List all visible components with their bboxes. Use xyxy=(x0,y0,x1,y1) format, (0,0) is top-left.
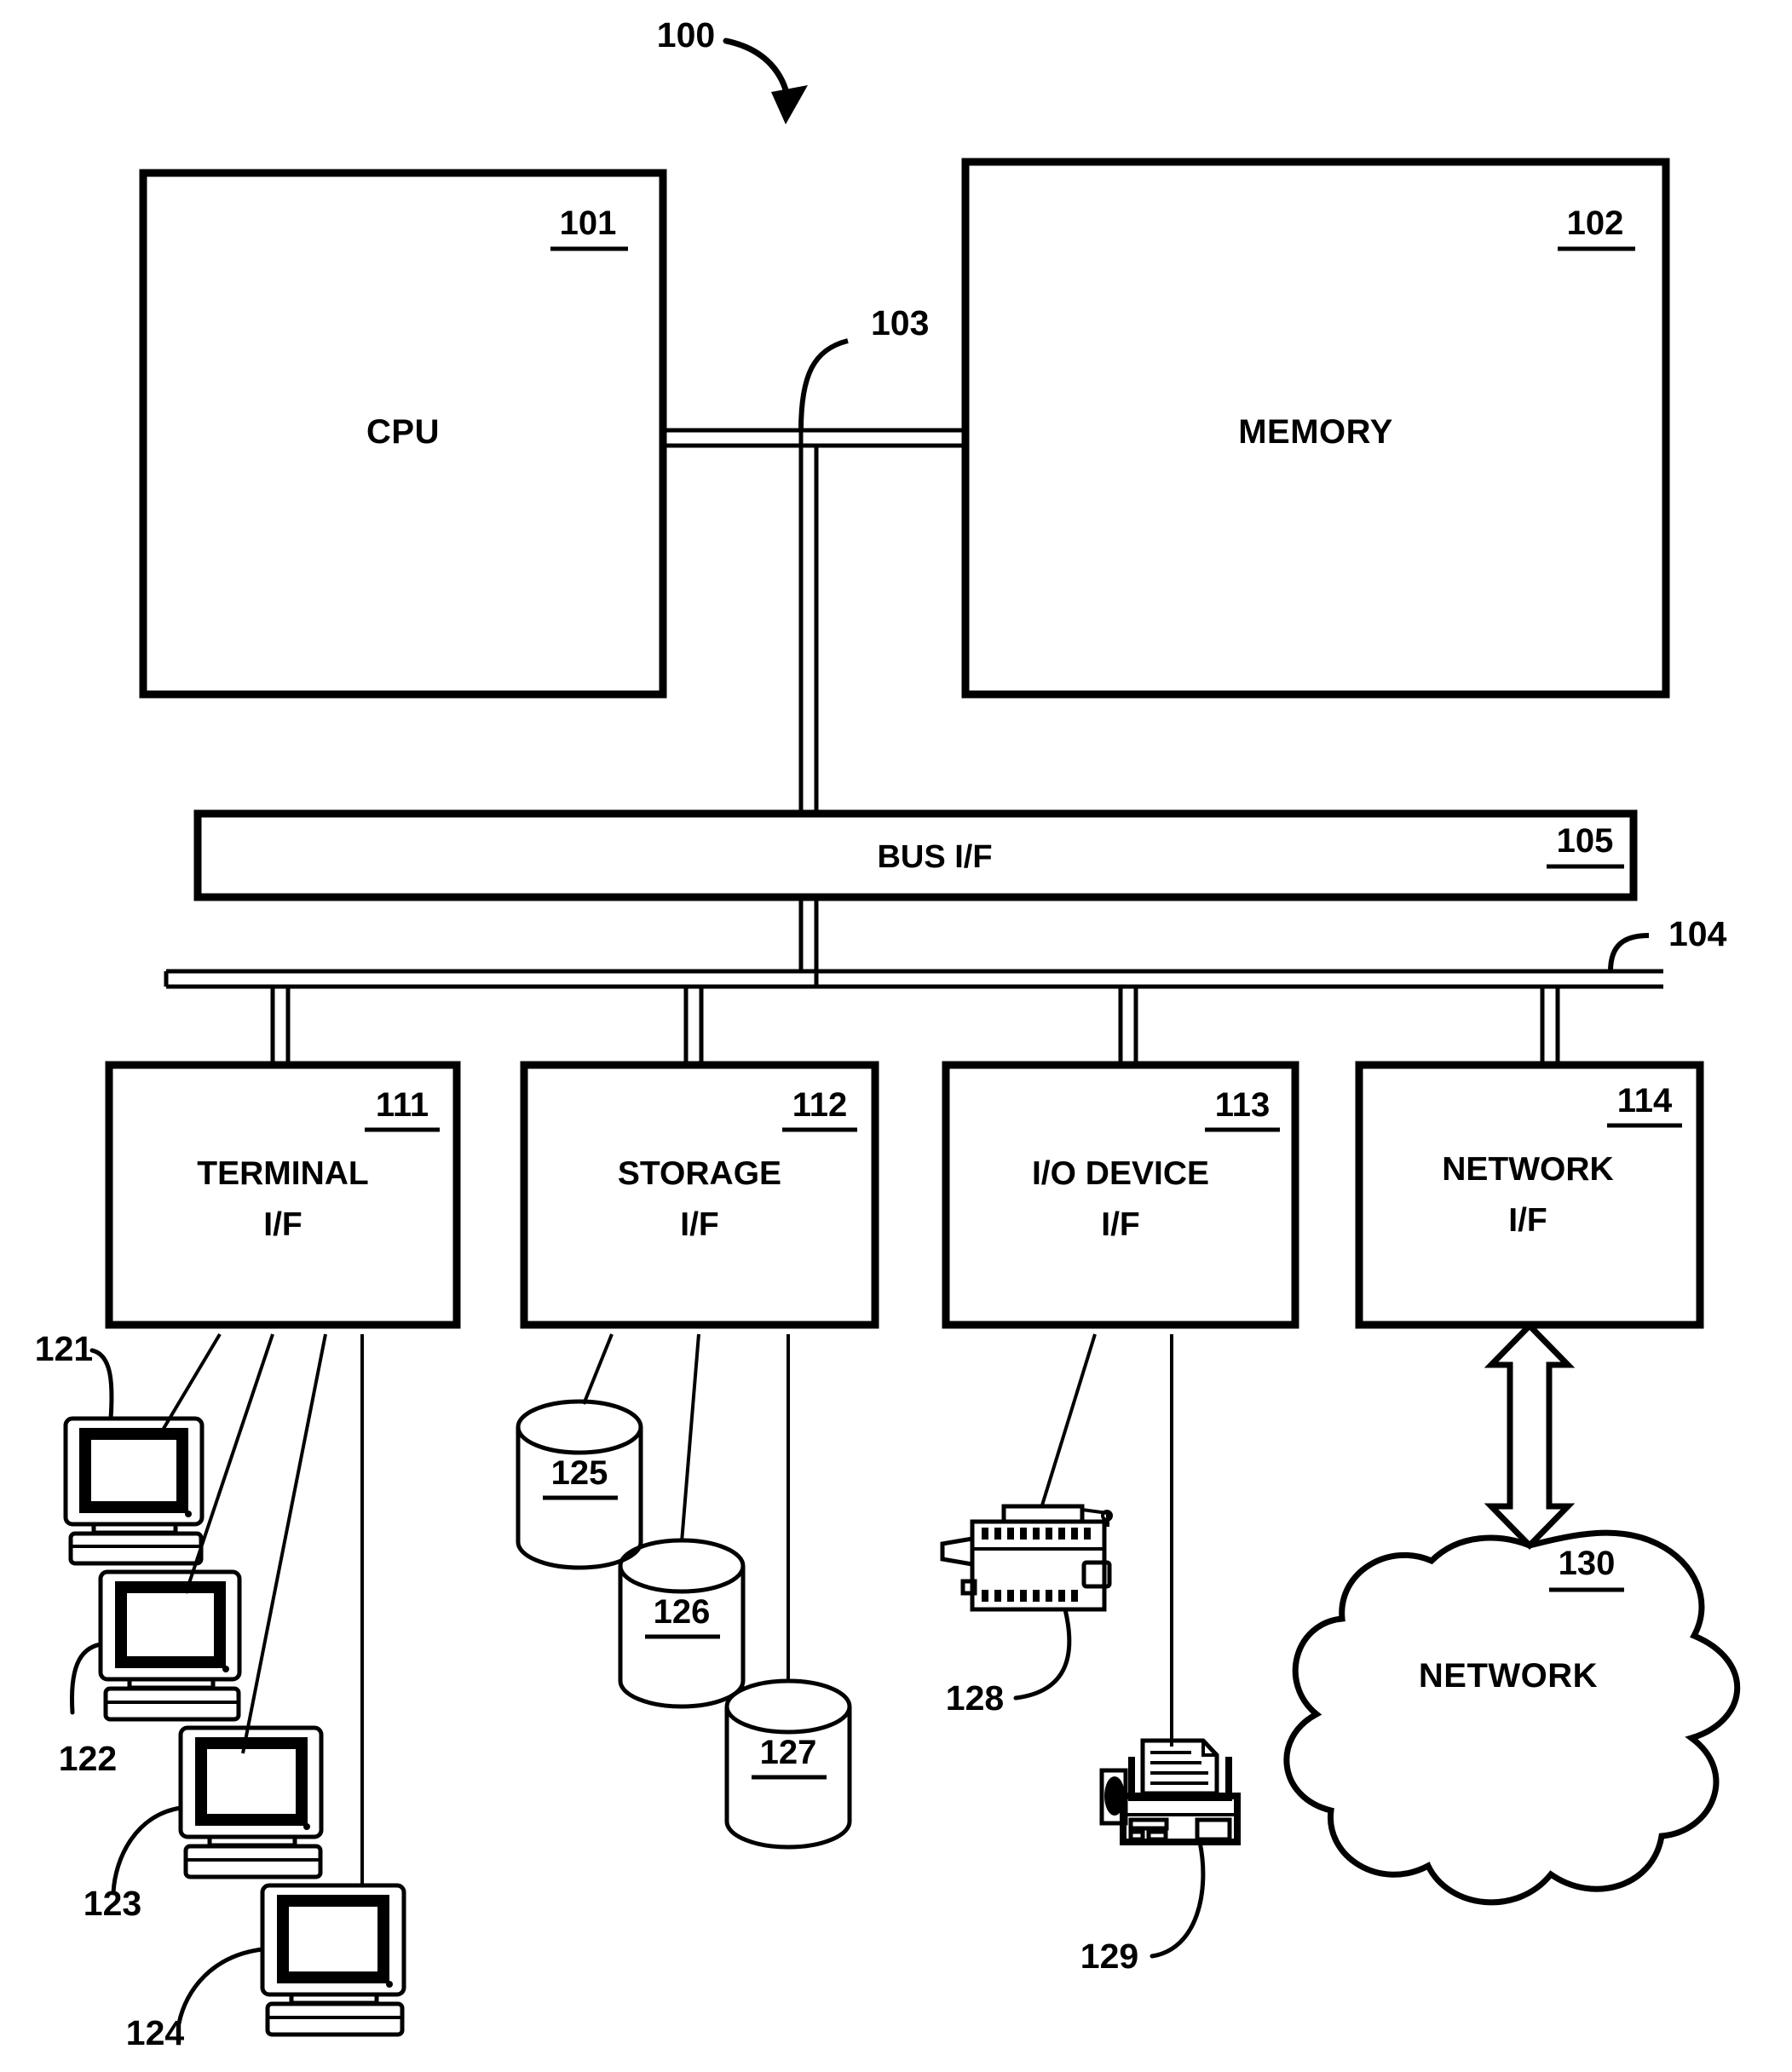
storage-126-group[interactable]: 126 xyxy=(618,1538,746,1709)
figure-ref-100-label: 100 xyxy=(657,15,715,55)
terminal-121-group[interactable]: 121 xyxy=(35,1329,205,1566)
figure-ref-100-group: 100 xyxy=(657,15,808,124)
memory-block[interactable]: 102 MEMORY xyxy=(961,158,1670,699)
io-device-129-label: 129 xyxy=(1080,1937,1138,1976)
cpu-block[interactable]: 101 CPU xyxy=(139,169,667,699)
storage-if-ref-label: 112 xyxy=(792,1086,848,1124)
system-block-diagram: 100 103 101 CPU 102 MEMORY BUS I/F 105 1… xyxy=(35,15,1741,2052)
io-device-if-ref-label: 113 xyxy=(1215,1086,1271,1124)
network-cloud-ref-label: 130 xyxy=(1559,1545,1616,1582)
terminal-if-label-line2: I/F xyxy=(263,1206,303,1243)
memory-bus-103: 103 xyxy=(658,303,965,814)
tape-drive-icon-128[interactable] xyxy=(940,1504,1113,1612)
terminal-122-leader xyxy=(70,1642,103,1715)
network-if-block[interactable]: 114 NETWORK I/F xyxy=(1355,1061,1704,1329)
cpu-label: CPU xyxy=(366,413,440,451)
network-cloud-group[interactable]: 130 NETWORK xyxy=(1283,1529,1741,1906)
bus-if-ref-label: 105 xyxy=(1557,822,1614,860)
io-device-if-label-line1: I/O DEVICE xyxy=(1032,1155,1209,1192)
terminal-124-group[interactable]: 124 xyxy=(126,1883,406,2052)
storage-127-label: 127 xyxy=(760,1734,817,1771)
io-device-if-block[interactable]: 113 I/O DEVICE I/F xyxy=(942,1061,1299,1329)
io-device-if-label-line2: I/F xyxy=(1101,1206,1140,1243)
terminal-124-leader xyxy=(176,1947,265,2026)
desktop-computer-icon-122[interactable] xyxy=(98,1569,242,1722)
io-device-129-group[interactable]: 129 xyxy=(1080,1738,1241,1976)
terminal-if-ref-label: 111 xyxy=(376,1086,429,1124)
storage-127-group[interactable]: 127 xyxy=(724,1678,852,1850)
bus-if-block[interactable]: BUS I/F 105 xyxy=(193,809,1638,901)
io-bus-104: 104 xyxy=(164,897,1727,1065)
desktop-computer-icon-121[interactable] xyxy=(63,1416,205,1566)
io-device-128-leader xyxy=(1013,1607,1072,1701)
terminal-123-group[interactable]: 123 xyxy=(84,1725,324,1923)
storage-125-label: 125 xyxy=(551,1454,608,1492)
storage-126-label: 126 xyxy=(654,1593,711,1631)
memory-label: MEMORY xyxy=(1238,413,1393,451)
network-if-label-line1: NETWORK xyxy=(1442,1151,1613,1188)
double-headed-arrow-icon xyxy=(1484,1321,1576,1551)
terminal-124-label: 124 xyxy=(126,2013,185,2052)
figure-ref-100-arrowhead xyxy=(771,85,808,124)
network-cloud-label: NETWORK xyxy=(1419,1657,1598,1695)
io-device-128-label: 128 xyxy=(946,1678,1004,1718)
io-device-128-group[interactable]: 128 xyxy=(940,1504,1113,1718)
terminal-122-label: 122 xyxy=(59,1739,117,1778)
terminal-123-leader xyxy=(111,1805,183,1896)
desktop-computer-icon-124[interactable] xyxy=(260,1883,406,2037)
terminal-123-label: 123 xyxy=(84,1884,141,1923)
network-if-label-line2: I/F xyxy=(1508,1202,1547,1239)
terminal-121-label: 121 xyxy=(35,1329,93,1368)
io-bus-104-leader xyxy=(1608,933,1650,972)
patent-figure-canvas: 100 103 101 CPU 102 MEMORY BUS I/F 105 1… xyxy=(0,0,1792,2072)
memory-bus-103-label: 103 xyxy=(871,303,929,342)
cloud-icon[interactable] xyxy=(1283,1529,1741,1906)
bus-if-label: BUS I/F xyxy=(877,839,992,875)
storage-if-block[interactable]: 112 STORAGE I/F xyxy=(520,1061,879,1329)
printer-icon-129[interactable] xyxy=(1099,1738,1241,1845)
terminal-if-label-line1: TERMINAL xyxy=(197,1155,368,1192)
storage-if-label-line2: I/F xyxy=(680,1206,719,1243)
memory-bus-103-leader xyxy=(798,338,849,431)
terminal-121-leader xyxy=(89,1348,114,1421)
storage-if-label-line1: STORAGE xyxy=(618,1155,781,1192)
memory-ref-label: 102 xyxy=(1567,204,1624,242)
cpu-ref-label: 101 xyxy=(560,204,617,242)
desktop-computer-icon-123[interactable] xyxy=(178,1725,324,1879)
storage-125-group[interactable]: 125 xyxy=(516,1399,643,1570)
network-if-ref-label: 114 xyxy=(1617,1082,1673,1119)
terminal-if-block[interactable]: 111 TERMINAL I/F xyxy=(105,1061,461,1329)
io-bus-104-label: 104 xyxy=(1668,914,1727,953)
io-device-129-leader xyxy=(1150,1839,1206,1959)
